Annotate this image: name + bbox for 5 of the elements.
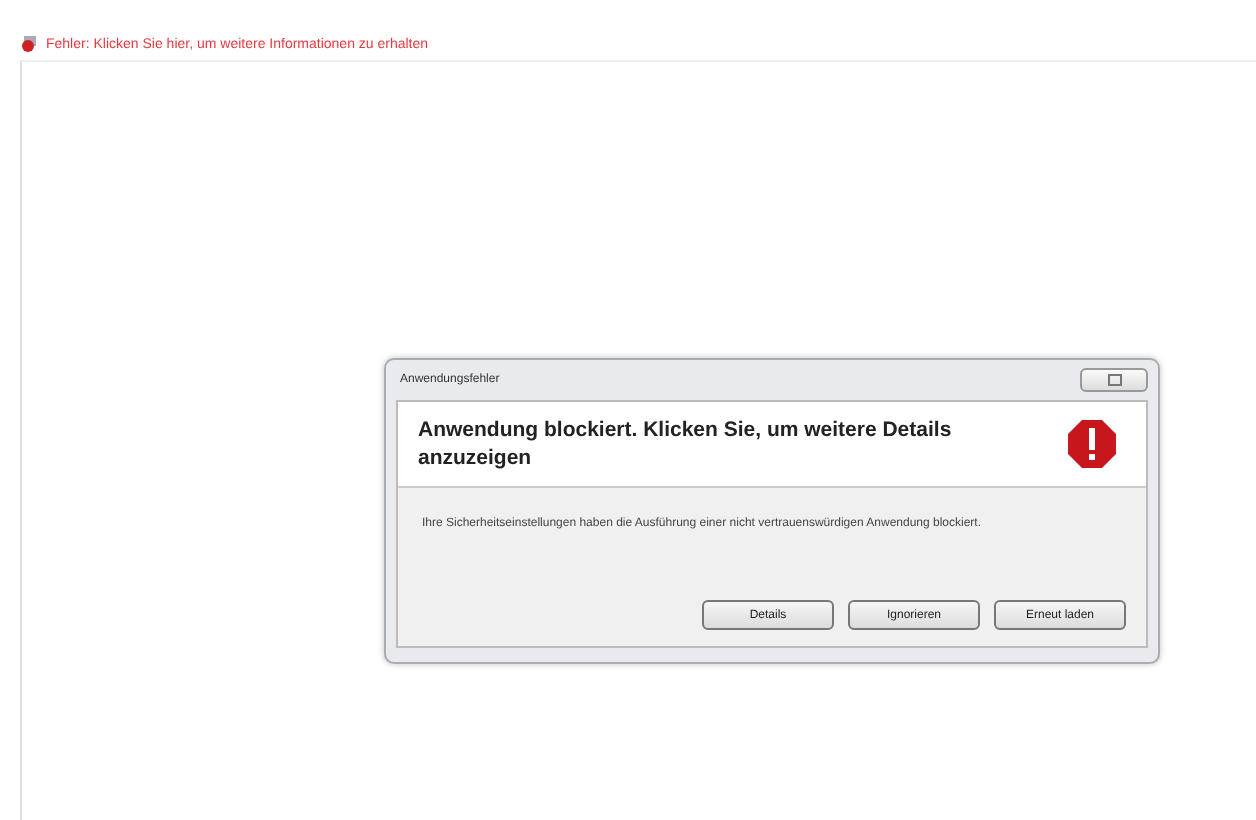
dialog-heading: Anwendung blockiert. Klicken Sie, um weitere Details anzuzeigen (418, 416, 954, 472)
error-icon (22, 36, 38, 52)
close-button[interactable] (1080, 368, 1148, 392)
close-icon (1107, 374, 1121, 386)
warning-icon (1066, 418, 1118, 470)
